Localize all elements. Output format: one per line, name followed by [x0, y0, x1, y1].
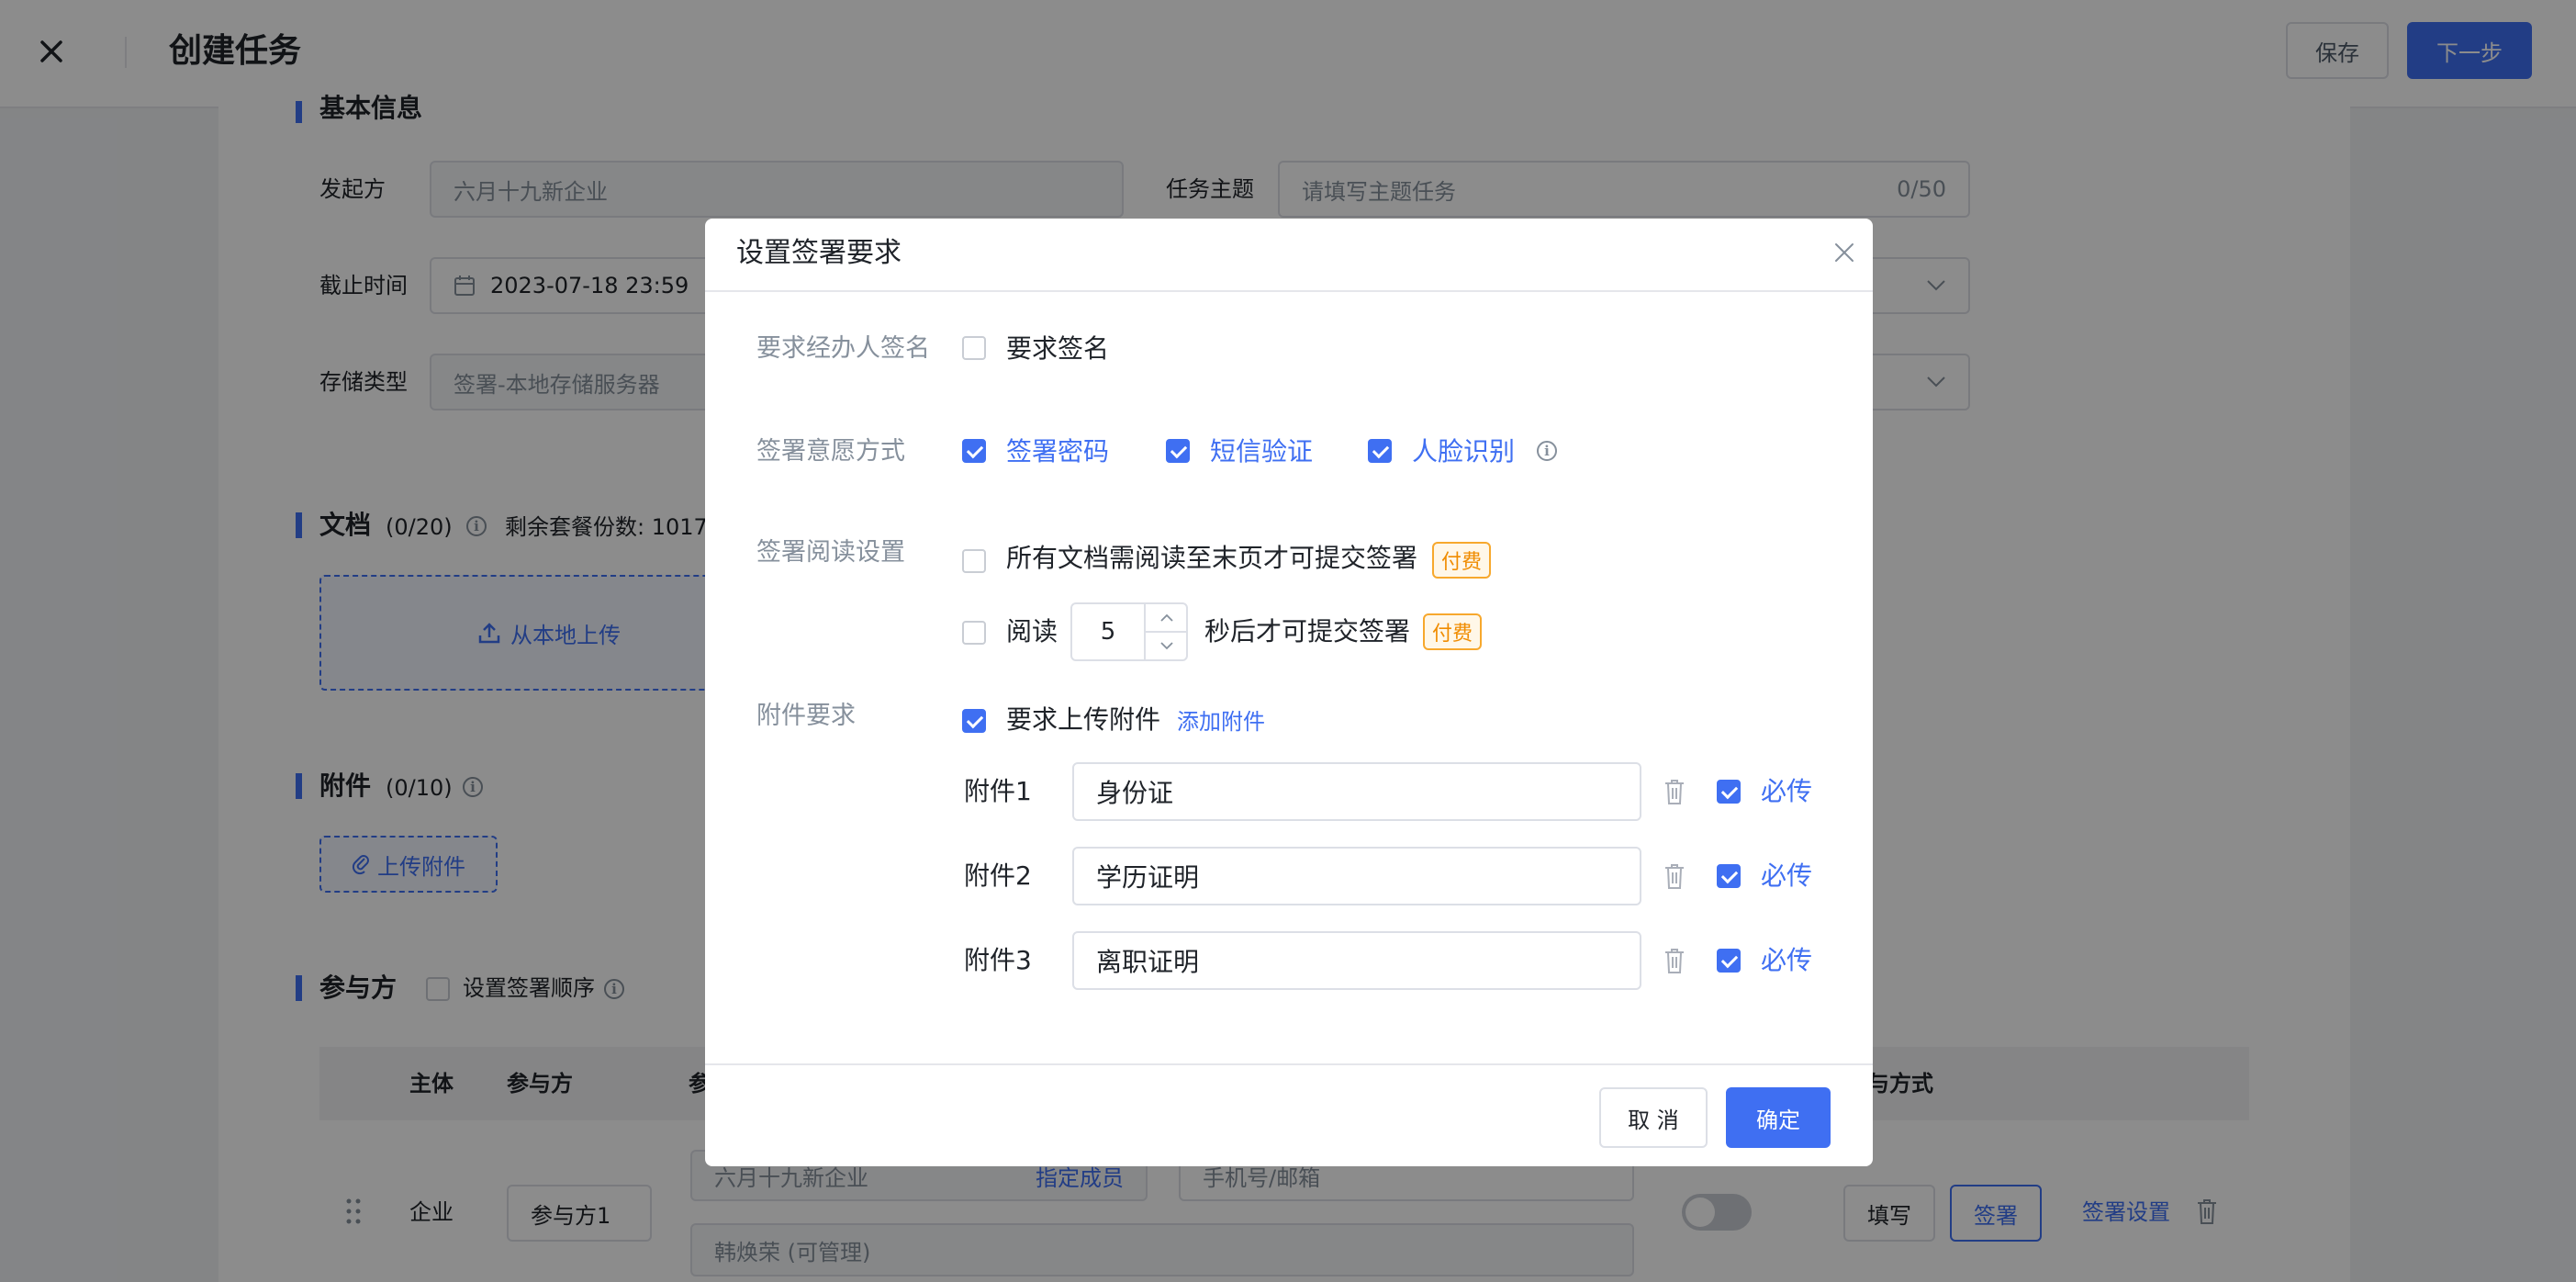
trash-icon[interactable]: [1663, 862, 1686, 890]
required-label: 必传: [1761, 860, 1813, 891]
read-seconds-checkbox[interactable]: [962, 621, 986, 645]
modal-header: 设置签署要求: [705, 219, 1873, 292]
require-signature-checkbox[interactable]: [962, 336, 986, 360]
attachment-name-value: 离职证明: [1096, 947, 1200, 977]
attachment-item-label: 附件2: [964, 860, 1032, 891]
read-seconds-suffix: 秒后才可提交签署: [1204, 616, 1411, 647]
read-seconds-value[interactable]: 5: [1072, 604, 1144, 659]
operator-sign-label: 要求经办人签名: [756, 334, 930, 363]
attachment-name-value: 身份证: [1096, 778, 1174, 808]
add-attachment-link[interactable]: 添加附件: [1177, 707, 1265, 737]
attachment-requirement-label: 附件要求: [756, 702, 856, 730]
read-seconds-prefix: 阅读: [1006, 616, 1058, 647]
required-label: 必传: [1761, 776, 1813, 806]
paid-badge: 付费: [1423, 613, 1482, 650]
sms-verify-label: 短信验证: [1210, 436, 1314, 467]
require-signature-label: 要求签名: [1006, 333, 1110, 364]
confirm-button[interactable]: 确定: [1726, 1087, 1831, 1148]
attachment-item-label: 附件3: [964, 945, 1032, 975]
read-to-end-label: 所有文档需阅读至末页才可提交签署: [1006, 543, 1418, 573]
require-upload-label: 要求上传附件: [1006, 704, 1161, 735]
chevron-down-icon[interactable]: [1159, 641, 1174, 650]
chevron-up-icon[interactable]: [1159, 613, 1174, 623]
reading-settings-label: 签署阅读设置: [756, 538, 905, 567]
cancel-button[interactable]: 取 消: [1599, 1087, 1708, 1148]
modal-title: 设置签署要求: [736, 237, 902, 269]
paid-badge: 付费: [1432, 542, 1491, 579]
sign-requirements-modal: 设置签署要求 要求经办人签名 要求签名 签署意愿方式 签署密码 短信验证 人脸识…: [705, 219, 1873, 1166]
stepper-buttons: [1144, 604, 1188, 659]
face-recognition-checkbox[interactable]: [1368, 439, 1392, 463]
read-to-end-checkbox[interactable]: [962, 549, 986, 573]
required-checkbox[interactable]: [1717, 780, 1741, 804]
attachment-item-label: 附件1: [964, 776, 1032, 806]
read-seconds-stepper[interactable]: 5: [1070, 602, 1188, 661]
sign-password-checkbox[interactable]: [962, 439, 986, 463]
attachment-name-input[interactable]: 离职证明: [1072, 931, 1641, 990]
modal-footer-divider: [705, 1063, 1873, 1065]
attachment-name-value: 学历证明: [1096, 862, 1200, 893]
attachment-name-input[interactable]: 学历证明: [1072, 847, 1641, 905]
sign-password-label: 签署密码: [1006, 436, 1110, 467]
required-checkbox[interactable]: [1717, 864, 1741, 888]
required-checkbox[interactable]: [1717, 949, 1741, 973]
trash-icon[interactable]: [1663, 947, 1686, 974]
attachment-name-input[interactable]: 身份证: [1072, 762, 1641, 821]
face-recognition-label: 人脸识别: [1412, 436, 1516, 467]
trash-icon[interactable]: [1663, 778, 1686, 805]
intent-method-label: 签署意愿方式: [756, 437, 905, 466]
require-upload-checkbox[interactable]: [962, 709, 986, 733]
info-icon[interactable]: i: [1537, 441, 1557, 461]
close-icon[interactable]: [1831, 239, 1858, 266]
sms-verify-checkbox[interactable]: [1166, 439, 1190, 463]
required-label: 必传: [1761, 945, 1813, 975]
